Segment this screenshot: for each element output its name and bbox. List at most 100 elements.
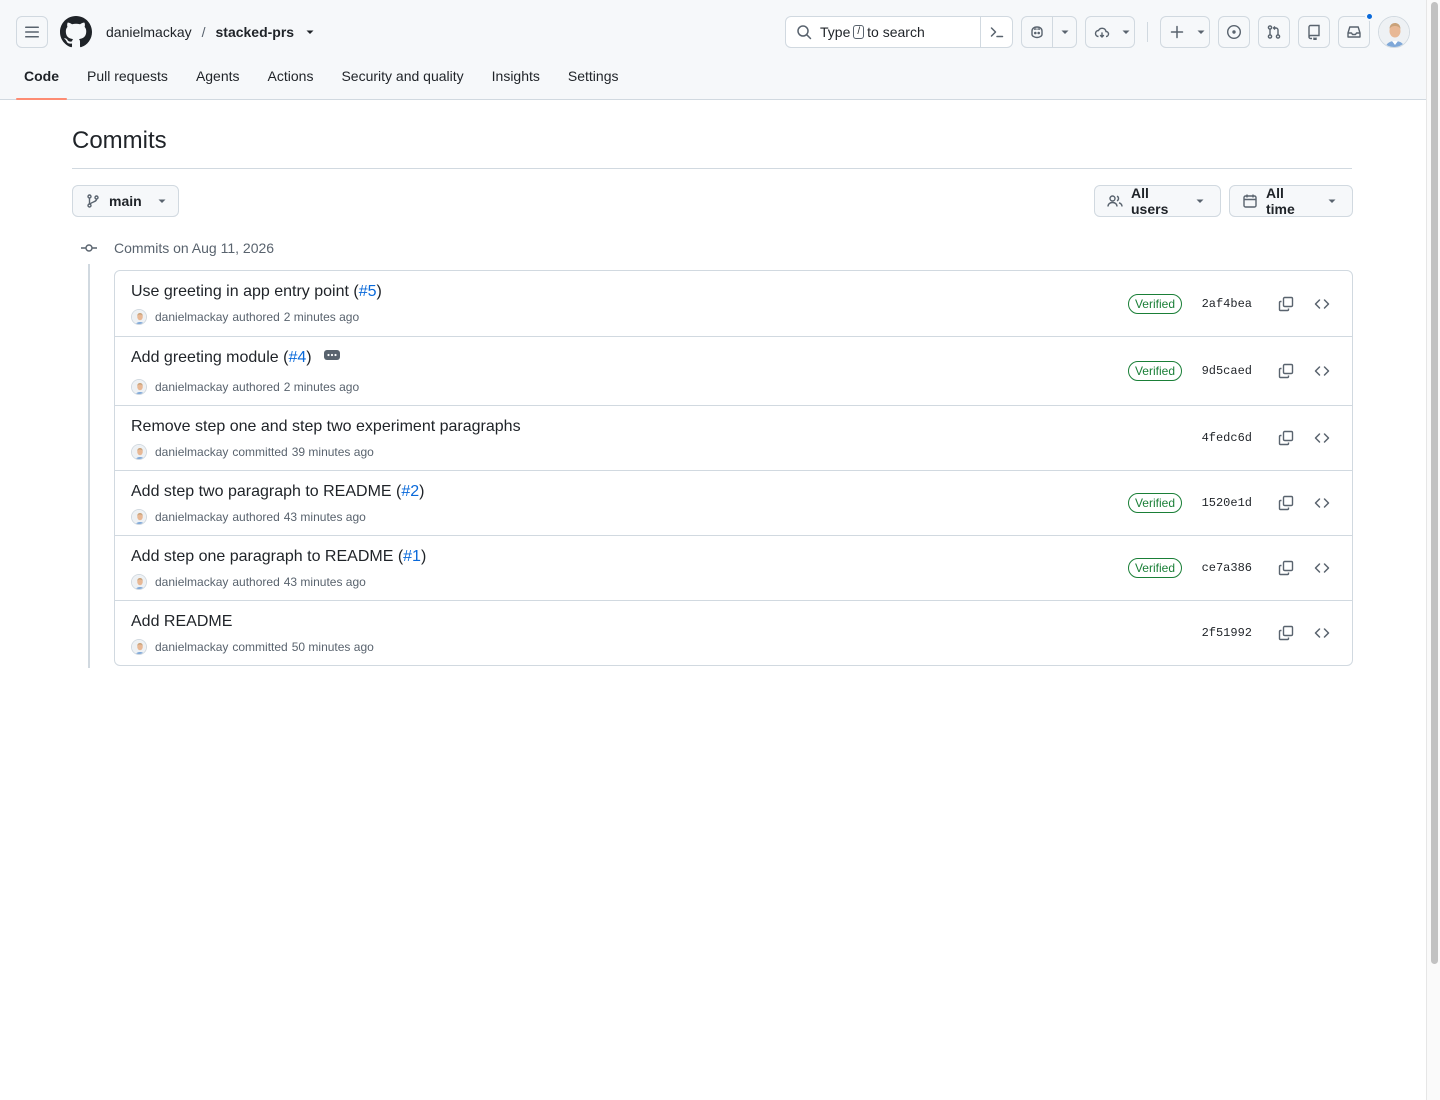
copilot-menu-button[interactable]	[1052, 17, 1076, 47]
commit-title-text[interactable]: Add greeting module (	[131, 349, 288, 367]
search-input[interactable]: Type / to search	[785, 16, 981, 48]
branch-name: main	[109, 193, 142, 209]
codespaces-split-button[interactable]	[1085, 16, 1135, 48]
commit-title[interactable]: Use greeting in app entry point (#5)	[131, 283, 382, 301]
issues-button[interactable]	[1218, 16, 1250, 48]
browse-repo-button[interactable]	[1308, 290, 1336, 318]
copy-icon	[1278, 296, 1294, 311]
avatar-icon	[132, 640, 146, 654]
browse-repo-button[interactable]	[1308, 357, 1336, 385]
copy-sha-button[interactable]	[1272, 489, 1300, 517]
copy-sha-button[interactable]	[1272, 554, 1300, 582]
repositories-button[interactable]	[1298, 16, 1330, 48]
pull-request-link[interactable]: #1	[403, 548, 421, 566]
command-palette-button[interactable]	[981, 16, 1013, 48]
expand-message-button[interactable]	[321, 348, 342, 362]
commit-title-text[interactable]: Use greeting in app entry point (	[131, 283, 359, 301]
author-name-link[interactable]: danielmackay	[155, 510, 228, 524]
create-new-button[interactable]	[1160, 16, 1210, 48]
commit-actions: 4fedc6d	[1200, 406, 1336, 470]
tab-insights[interactable]: Insights	[484, 64, 548, 100]
browse-repo-button[interactable]	[1308, 554, 1336, 582]
pull-requests-button[interactable]	[1258, 16, 1290, 48]
verified-badge[interactable]: Verified	[1127, 558, 1182, 578]
branch-select-button[interactable]: main	[72, 185, 179, 217]
commit-sha-link[interactable]: 2af4bea	[1200, 297, 1252, 311]
triangle-down-icon	[1197, 30, 1205, 34]
triangle-down-icon	[1061, 30, 1068, 34]
codespaces-menu-button[interactable]	[1118, 17, 1134, 47]
codespaces-button[interactable]	[1086, 17, 1118, 47]
author-avatar[interactable]	[131, 444, 147, 460]
copy-sha-button[interactable]	[1272, 619, 1300, 647]
copy-sha-button[interactable]	[1272, 424, 1300, 452]
copilot-button[interactable]	[1022, 17, 1052, 47]
people-icon	[1107, 195, 1123, 207]
tab-actions[interactable]: Actions	[260, 64, 322, 100]
tab-agents[interactable]: Agents	[188, 64, 248, 100]
copy-sha-button[interactable]	[1272, 357, 1300, 385]
code-icon	[1314, 298, 1330, 309]
commit-title-text[interactable]: Add README	[131, 613, 232, 631]
commit-verb: authored	[232, 310, 280, 324]
scrollbar-thumb[interactable]	[1431, 2, 1438, 964]
github-logo[interactable]	[60, 16, 92, 48]
commit-sha-link[interactable]: 1520e1d	[1200, 496, 1252, 510]
tab-security-and-quality[interactable]: Security and quality	[333, 64, 471, 100]
commit-title[interactable]: Remove step one and step two experiment …	[131, 418, 521, 436]
create-menu-button[interactable]	[1193, 17, 1209, 47]
user-avatar-button[interactable]	[1378, 16, 1410, 48]
users-filter-button[interactable]: All users	[1094, 185, 1221, 217]
pull-request-link[interactable]: #4	[288, 349, 306, 367]
commit-actions: Verified ce7a386	[1127, 536, 1336, 600]
author-avatar[interactable]	[131, 639, 147, 655]
header-divider	[1147, 22, 1148, 42]
commit-sha-link[interactable]: ce7a386	[1200, 561, 1252, 575]
create-button[interactable]	[1161, 17, 1193, 47]
commit-title-text[interactable]: Remove step one and step two experiment …	[131, 418, 521, 436]
commit-title-text[interactable]: Add step one paragraph to README (	[131, 548, 403, 566]
author-avatar[interactable]	[131, 309, 147, 325]
tab-pull-requests[interactable]: Pull requests	[79, 64, 176, 100]
verified-badge[interactable]: Verified	[1127, 293, 1182, 314]
breadcrumb-repo-link[interactable]: stacked-prs	[216, 24, 295, 40]
commit-title[interactable]: Add greeting module (#4)	[131, 348, 342, 367]
code-icon	[1314, 498, 1330, 508]
copy-sha-button[interactable]	[1272, 290, 1300, 318]
breadcrumb-owner-link[interactable]: danielmackay	[106, 24, 192, 40]
author-avatar[interactable]	[131, 509, 147, 525]
browse-repo-button[interactable]	[1308, 424, 1336, 452]
tab-settings[interactable]: Settings	[560, 64, 627, 100]
commit-verb: authored	[232, 510, 280, 524]
browse-repo-button[interactable]	[1308, 489, 1336, 517]
cloud-icon	[1094, 27, 1110, 38]
author-name-link[interactable]: danielmackay	[155, 380, 228, 394]
commit-title[interactable]: Add README	[131, 613, 232, 631]
author-avatar[interactable]	[131, 574, 147, 590]
commit-sha-link[interactable]: 2f51992	[1200, 626, 1252, 640]
author-name-link[interactable]: danielmackay	[155, 445, 228, 459]
author-avatar[interactable]	[131, 379, 147, 395]
author-name-link[interactable]: danielmackay	[155, 575, 228, 589]
menu-button[interactable]	[16, 16, 48, 48]
avatar-icon	[132, 510, 146, 524]
author-name-link[interactable]: danielmackay	[155, 310, 228, 324]
author-name-link[interactable]: danielmackay	[155, 640, 228, 654]
avatar-icon	[132, 310, 146, 324]
commit-title[interactable]: Add step one paragraph to README (#1)	[131, 548, 426, 566]
browse-repo-button[interactable]	[1308, 619, 1336, 647]
time-filter-button[interactable]: All time	[1229, 185, 1353, 217]
verified-badge[interactable]: Verified	[1127, 361, 1182, 381]
avatar-icon	[132, 575, 146, 589]
repo-menu-button[interactable]	[302, 24, 318, 40]
commit-sha-link[interactable]: 4fedc6d	[1200, 431, 1252, 445]
page-scrollbar[interactable]	[1426, 0, 1440, 1100]
tab-code[interactable]: Code	[16, 64, 67, 100]
pull-request-link[interactable]: #2	[401, 483, 419, 501]
notifications-button[interactable]	[1338, 16, 1370, 48]
commit-title-text[interactable]: Add step two paragraph to README (	[131, 483, 401, 501]
verified-badge[interactable]: Verified	[1127, 493, 1182, 513]
commit-sha-link[interactable]: 9d5caed	[1200, 364, 1252, 378]
pull-request-link[interactable]: #5	[359, 283, 377, 301]
commit-title[interactable]: Add step two paragraph to README (#2)	[131, 483, 424, 501]
